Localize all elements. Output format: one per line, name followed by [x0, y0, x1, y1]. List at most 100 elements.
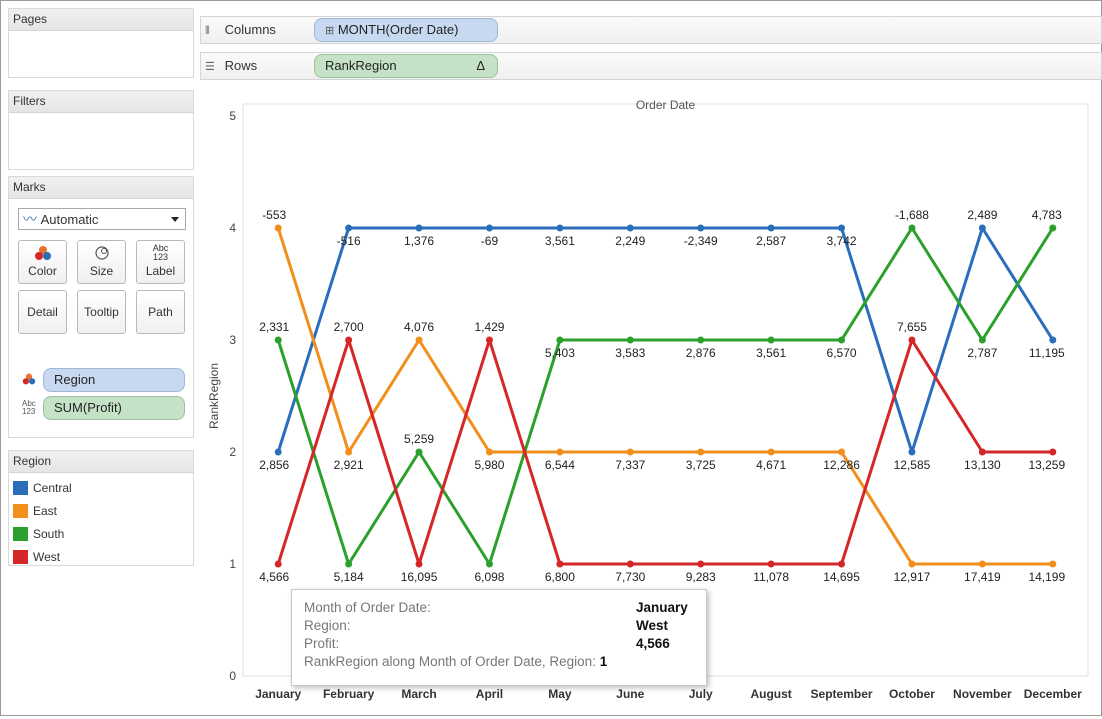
size-button[interactable]: Size [77, 240, 126, 284]
data-point [485, 224, 493, 232]
columns-pill-label: MONTH(Order Date) [337, 22, 459, 37]
data-point [697, 560, 705, 568]
rows-shelf: ☰ Rows RankRegion Δ [200, 52, 1102, 80]
tooltip-key: Month of Order Date: [304, 600, 431, 615]
data-point [1049, 560, 1057, 568]
x-tick-label: July [689, 687, 713, 701]
data-point [626, 560, 634, 568]
legend-item-east[interactable]: East [13, 502, 57, 520]
data-point [345, 224, 353, 232]
columns-shelf-label: ⦀ Columns [205, 22, 276, 38]
marks-card: Marks 〰 Automatic Color Size Abc 123 Lab… [8, 176, 194, 438]
data-point [485, 560, 493, 568]
x-tick-label: January [255, 687, 301, 701]
filters-card[interactable]: Filters [8, 90, 194, 170]
data-point [485, 448, 493, 456]
legend-swatch [13, 550, 28, 564]
detail-button[interactable]: Detail [18, 290, 67, 334]
data-point [767, 336, 775, 344]
abc-123-icon: Abc 123 [22, 399, 36, 416]
rows-icon: ☰ [205, 61, 215, 73]
data-label: 3,742 [827, 234, 857, 248]
label-label: Label [145, 264, 176, 278]
data-label: 12,585 [894, 458, 931, 472]
x-tick-label: August [750, 687, 791, 701]
data-label: 14,199 [1028, 570, 1065, 584]
legend-item-south[interactable]: South [13, 525, 64, 543]
rank-region-pill[interactable]: RankRegion Δ [314, 54, 498, 78]
y-tick-label: 0 [229, 669, 236, 683]
data-point [415, 448, 423, 456]
profit-label-pill[interactable]: Abc 123 SUM(Profit) [22, 396, 185, 420]
data-label: 4,671 [756, 458, 786, 472]
y-tick-label: 4 [229, 221, 236, 235]
data-point [978, 560, 986, 568]
y-tick-label: 5 [229, 109, 236, 123]
rows-pill-label: RankRegion [325, 58, 397, 73]
region-color-pill[interactable]: Region [22, 368, 185, 392]
data-point [626, 224, 634, 232]
data-point [697, 224, 705, 232]
filters-title: Filters [9, 91, 193, 113]
chevron-down-icon [171, 217, 179, 222]
data-point [556, 224, 564, 232]
tooltip-value: West [636, 618, 669, 633]
legend-swatch [13, 504, 28, 518]
data-point [556, 336, 564, 344]
data-label: 6,098 [474, 570, 504, 584]
data-label: 12,917 [894, 570, 931, 584]
data-point [556, 560, 564, 568]
data-label: 2,856 [259, 458, 289, 472]
mark-type-value: Automatic [40, 212, 99, 227]
data-label: 2,489 [967, 208, 997, 222]
data-point [1049, 448, 1057, 456]
color-label: Color [28, 264, 57, 278]
month-order-date-pill[interactable]: ⊞ MONTH(Order Date) [314, 18, 498, 42]
region-legend: Region Central East South West [8, 450, 194, 566]
expand-icon: ⊞ [325, 25, 335, 37]
data-point [274, 448, 282, 456]
size-label: Size [89, 264, 114, 278]
region-pill-label: Region [54, 372, 96, 387]
data-label: 17,419 [964, 570, 1001, 584]
tooltip: Month of Order Date: January Region: Wes… [291, 589, 707, 686]
label-button[interactable]: Abc 123 Label [136, 240, 185, 284]
data-label: 9,283 [686, 570, 716, 584]
line-mark-icon: 〰 [23, 211, 37, 227]
data-point [978, 224, 986, 232]
legend-item-west[interactable]: West [13, 548, 60, 566]
x-tick-label: February [323, 687, 375, 701]
data-label: -516 [337, 234, 361, 248]
tooltip-key: Region: [304, 618, 351, 633]
data-point [274, 560, 282, 568]
data-point [345, 560, 353, 568]
tooltip-row-region: Region: West [304, 617, 706, 635]
path-button[interactable]: Path [136, 290, 185, 334]
data-point [415, 560, 423, 568]
data-point [767, 560, 775, 568]
pages-card[interactable]: Pages [8, 8, 194, 78]
y-axis-label: RankRegion [207, 363, 221, 429]
path-label: Path [148, 305, 173, 319]
tooltip-key: RankRegion along Month of Order Date, Re… [304, 654, 596, 669]
data-label: 5,403 [545, 346, 575, 360]
legend-label: East [33, 504, 58, 518]
mark-type-dropdown[interactable]: 〰 Automatic [18, 208, 186, 230]
data-label: 4,076 [404, 320, 434, 334]
legend-label: South [33, 527, 65, 541]
data-label: -2,349 [684, 234, 718, 248]
x-tick-label: November [953, 687, 1012, 701]
color-icon [22, 372, 38, 388]
data-label: 2,587 [756, 234, 786, 248]
columns-shelf: ⦀ Columns ⊞ MONTH(Order Date) [200, 16, 1102, 44]
data-label: 2,921 [334, 458, 364, 472]
tooltip-button[interactable]: Tooltip [77, 290, 126, 334]
data-label: 14,695 [823, 570, 860, 584]
data-point [415, 336, 423, 344]
data-label: 2,787 [967, 346, 997, 360]
color-button[interactable]: Color [18, 240, 67, 284]
legend-item-central[interactable]: Central [13, 479, 72, 497]
data-point [345, 336, 353, 344]
data-label: 2,249 [615, 234, 645, 248]
data-label: 7,730 [615, 570, 645, 584]
